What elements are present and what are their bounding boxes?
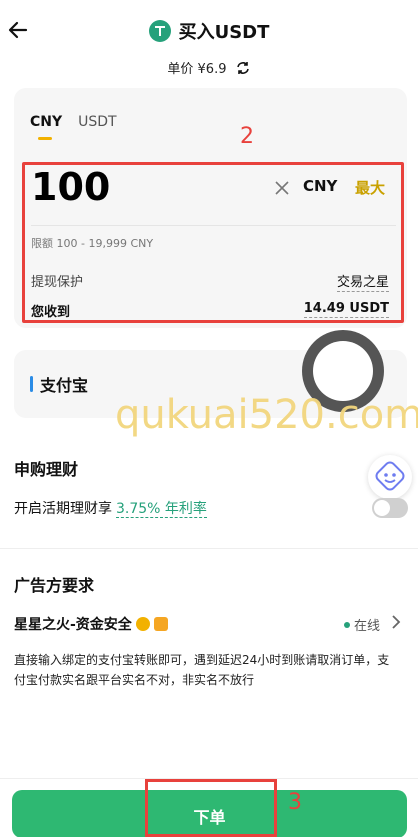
- verified-badge-icon: [135, 617, 150, 631]
- tab-cny[interactable]: CNY: [30, 114, 62, 140]
- merchant-name: 星星之火-资金安全: [14, 617, 132, 633]
- finance-toggle[interactable]: [372, 498, 408, 518]
- advertiser-section-title: 广告方要求: [14, 576, 95, 595]
- header: 买入USDT: [0, 0, 418, 60]
- amount-card: CNY USDT 2 100 CNY 最大 限额 100 - 19,999 CN…: [14, 88, 407, 328]
- watermark-text: qukuai520.com: [115, 392, 418, 438]
- amount-input[interactable]: 100: [31, 165, 110, 209]
- merchant-badge-icon: [153, 617, 168, 631]
- chevron-right-icon[interactable]: [390, 614, 402, 634]
- page-title-wrap: 买入USDT: [0, 18, 418, 44]
- refresh-icon[interactable]: [235, 60, 251, 80]
- finance-row: 开启活期理财享 3.75% 年利率: [14, 498, 207, 518]
- alipay-bar-icon: [30, 376, 33, 392]
- withdraw-protection-label: 提现保护: [31, 275, 84, 290]
- online-dot-icon: [344, 621, 350, 628]
- finance-section-title: 申购理财: [14, 460, 79, 479]
- unit-price-label: 单价: [167, 62, 194, 77]
- online-status: 在线: [344, 615, 380, 634]
- clear-icon[interactable]: [273, 179, 291, 197]
- advertiser-description: 直接输入绑定的支付宝转账即可，遇到延迟24小时到账请取消订单，支付宝付款实名跟平…: [14, 653, 390, 687]
- unit-price-value: ¥6.9: [197, 62, 227, 77]
- receive-label: 您收到: [31, 305, 71, 320]
- unit-price: 单价 ¥6.9: [0, 58, 418, 80]
- merchant-row[interactable]: 星星之火-资金安全: [14, 614, 168, 634]
- section-separator: [0, 548, 418, 549]
- page-title: 买入USDT: [178, 22, 270, 43]
- payment-method-label: 支付宝: [40, 376, 89, 395]
- ai-assistant-icon[interactable]: [368, 455, 412, 499]
- finance-rate[interactable]: 3.75% 年利率: [116, 501, 207, 518]
- max-button[interactable]: 最大: [355, 177, 385, 198]
- annotation-number-2: 2: [240, 124, 254, 149]
- divider: [31, 225, 396, 226]
- online-status-label: 在线: [354, 619, 381, 634]
- order-highlight-box: [145, 779, 277, 837]
- withdraw-protection-value[interactable]: 交易之星: [336, 271, 389, 292]
- finance-row-label: 开启活期理财享: [14, 501, 112, 517]
- annotation-number-3: 3: [288, 790, 302, 815]
- currency-tabs: CNY USDT: [30, 114, 117, 140]
- tab-usdt[interactable]: USDT: [78, 114, 116, 130]
- limit-text: 限额 100 - 19,999 CNY: [31, 237, 154, 250]
- amount-currency: CNY: [303, 177, 338, 195]
- receive-value: 14.49 USDT: [303, 301, 389, 318]
- amount-highlight-box: 100 CNY 最大 限额 100 - 19,999 CNY 提现保护 交易之星…: [22, 162, 404, 323]
- tether-logo-icon: [148, 20, 171, 42]
